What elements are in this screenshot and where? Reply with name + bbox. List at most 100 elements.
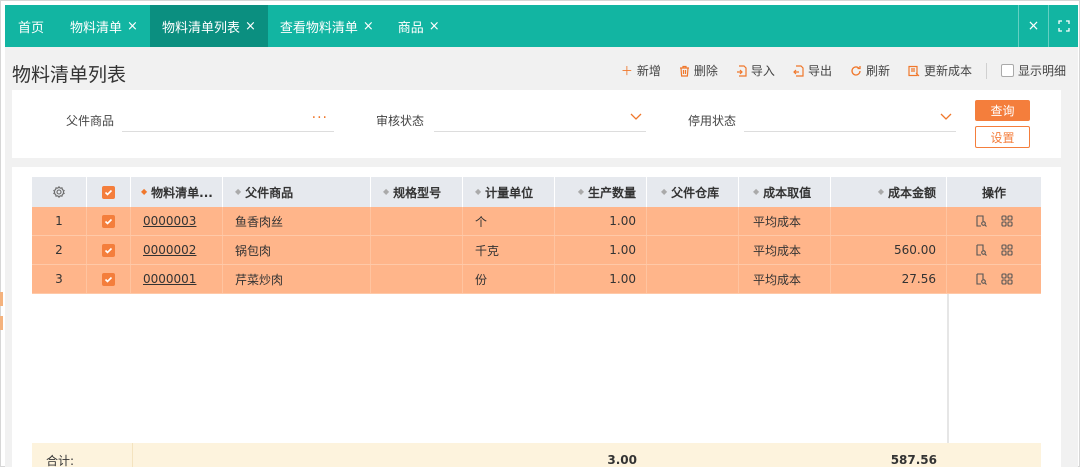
header-label: 父件仓库 [671, 185, 720, 200]
bom-no-link[interactable]: 0000002 [131, 236, 223, 264]
show-detail-label: 显示明细 [1017, 64, 1066, 78]
view-doc-icon[interactable] [975, 273, 987, 285]
disabled-status-label: 停用状态 [688, 114, 737, 128]
parent-warehouse-cell [647, 265, 739, 293]
bom-no-link[interactable]: 0000003 [131, 207, 223, 235]
header-label: 成本取值 [763, 185, 812, 200]
update-cost-button[interactable]: 更新成本 [908, 62, 972, 79]
grid-icon[interactable] [1001, 215, 1013, 227]
review-status-select[interactable] [434, 106, 646, 132]
gear-icon [53, 186, 65, 198]
header-cost-amount[interactable]: ◆ 成本金额 [831, 177, 947, 207]
column-settings-button[interactable] [32, 177, 87, 207]
bom-no-link[interactable]: 0000001 [131, 265, 223, 293]
spec-cell [371, 236, 463, 264]
refresh-label: 刷新 [865, 64, 890, 78]
tab-label: 商品 [397, 20, 424, 36]
spec-cell [371, 265, 463, 293]
quantity-cell: 1.00 [555, 207, 647, 235]
summary-quantity: 3.00 [607, 453, 637, 467]
query-button[interactable]: 查询 [975, 100, 1030, 121]
grid-icon[interactable] [1001, 244, 1013, 256]
header-unit[interactable]: ◆ 计量单位 [463, 177, 555, 207]
bom-no-text: 0000001 [143, 272, 197, 286]
actions-column-divider [947, 294, 949, 443]
tab-label: 查看物料清单 [279, 20, 358, 36]
header-spec[interactable]: ◆ 规格型号 [371, 177, 463, 207]
checkbox-checked-icon [102, 243, 115, 257]
close-icon[interactable]: × [245, 20, 256, 33]
table-row[interactable]: 1 0000003 鱼香肉丝 个 1.00 平均成本 [32, 207, 1041, 236]
summary-row: 合计: 3.00 587.56 [32, 443, 1041, 467]
row-actions [947, 265, 1041, 293]
show-detail-toggle[interactable]: 显示明细 [1000, 62, 1066, 79]
parent-warehouse-cell [647, 236, 739, 264]
unit-cell: 份 [463, 265, 555, 293]
close-icon[interactable]: × [127, 20, 138, 33]
tab-bom[interactable]: 物料清单 × [58, 5, 150, 47]
table-row[interactable]: 2 0000002 锅包肉 千克 1.00 平均成本 560.00 [32, 236, 1041, 265]
header-cost-method[interactable]: ◆ 成本取值 [739, 177, 831, 207]
cost-amount-cell [831, 207, 947, 235]
tab-label: 首页 [18, 20, 45, 36]
disabled-status-select[interactable] [744, 106, 956, 132]
summary-divider [132, 443, 133, 467]
import-icon [736, 64, 747, 77]
header-bom-no[interactable]: ◆ 物料清单... [131, 177, 223, 207]
parent-goods-cell: 芹菜炒肉 [223, 265, 371, 293]
sort-icon: ◆ [383, 187, 390, 196]
filter-panel: 父件商品 ··· 审核状态 停用状态 查询 设置 [12, 90, 1061, 158]
header-label: 计量单位 [485, 185, 534, 200]
export-icon [793, 64, 804, 77]
fullscreen-icon [1057, 20, 1070, 32]
parent-goods-label: 父件商品 [66, 114, 115, 128]
export-button[interactable]: 导出 [793, 62, 832, 79]
table-panel: ◆ 物料清单... ◆ 父件商品 ◆ 规格型号 ◆ 计量单位 ◆ 生产数量 ◆ 父件仓库 ◆… [12, 167, 1061, 467]
row-checkbox[interactable] [87, 236, 131, 264]
header-quantity[interactable]: ◆ 生产数量 [555, 177, 647, 207]
sort-icon: ◆ [661, 187, 668, 196]
chevron-down-icon [940, 113, 952, 120]
view-doc-icon[interactable] [975, 244, 987, 256]
checkbox-checked-icon [102, 272, 115, 286]
fullscreen-button[interactable] [1048, 5, 1078, 47]
row-checkbox[interactable] [87, 207, 131, 235]
select-all-checkbox[interactable] [87, 177, 131, 207]
header-parent-warehouse[interactable]: ◆ 父件仓库 [647, 177, 739, 207]
tab-bar: 首页 物料清单 × 物料清单列表 × 查看物料清单 × 商品 × × [5, 5, 1078, 47]
export-label: 导出 [807, 64, 832, 78]
close-icon[interactable]: × [363, 20, 374, 33]
delete-button[interactable]: 删除 [679, 62, 718, 79]
summary-cost-amount: 587.56 [890, 453, 937, 467]
header-actions: 操作 [947, 177, 1041, 207]
parent-goods-input[interactable]: ··· [122, 106, 334, 132]
close-icon: × [1027, 18, 1040, 34]
row-checkbox[interactable] [87, 265, 131, 293]
sort-icon: ◆ [577, 187, 584, 196]
row-actions-group [975, 244, 1013, 256]
summary-label: 合计: [46, 453, 75, 467]
close-all-button[interactable]: × [1018, 5, 1048, 47]
tab-home[interactable]: 首页 [5, 5, 58, 47]
add-button[interactable]: ＋新增 [621, 62, 661, 79]
tab-bom-list[interactable]: 物料清单列表 × [149, 5, 268, 47]
refresh-button[interactable]: 刷新 [850, 62, 890, 79]
row-actions-group [975, 215, 1013, 227]
header-parent-goods[interactable]: ◆ 父件商品 [223, 177, 371, 207]
tab-goods[interactable]: 商品 × [386, 5, 452, 47]
tab-view-bom[interactable]: 查看物料清单 × [268, 5, 386, 47]
parent-warehouse-cell [647, 207, 739, 235]
table-row[interactable]: 3 0000001 芹菜炒肉 份 1.00 平均成本 27.56 [32, 265, 1041, 294]
bom-no-text: 0000003 [143, 214, 197, 228]
show-detail-checkbox[interactable] [1000, 64, 1014, 77]
chevron-down-icon [630, 113, 642, 120]
row-index: 1 [32, 207, 87, 235]
header-label: 规格型号 [393, 185, 442, 200]
grid-icon[interactable] [1001, 273, 1013, 285]
trash-icon [679, 65, 690, 77]
settings-button[interactable]: 设置 [975, 126, 1030, 148]
more-icon[interactable]: ··· [312, 110, 328, 126]
view-doc-icon[interactable] [975, 215, 987, 227]
import-button[interactable]: 导入 [736, 62, 775, 79]
close-icon[interactable]: × [429, 20, 440, 33]
